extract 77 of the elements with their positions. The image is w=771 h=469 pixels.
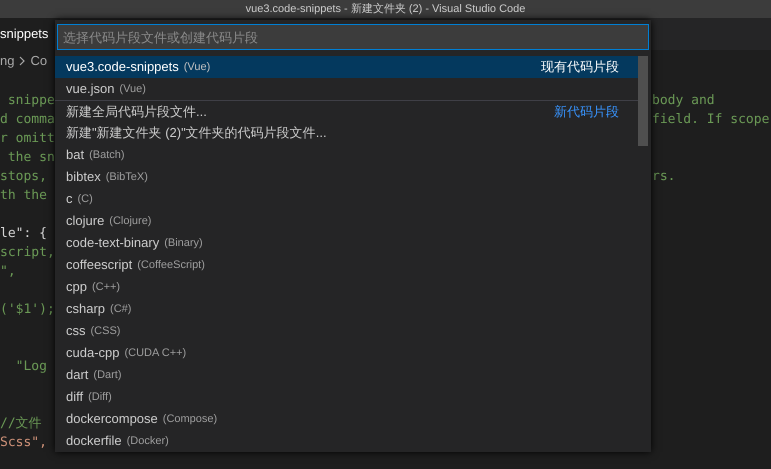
code-line: le": { — [0, 224, 48, 243]
code-line: Scss", — [0, 434, 48, 452]
item-description: (Docker) — [126, 434, 169, 449]
code-line: snippe — [6, 92, 55, 110]
item-label: bibtex — [66, 168, 101, 186]
item-label: csharp — [66, 300, 106, 318]
item-description: (C#) — [110, 302, 132, 317]
item-label: 新建"新建文件夹 (2)"文件夹的代码片段文件... — [66, 124, 327, 142]
code-line: d comma — [0, 110, 55, 129]
code-line: script, — [0, 244, 55, 262]
item-label: c — [66, 190, 72, 208]
item-description: (Clojure) — [109, 214, 152, 229]
group-label: 现有代码片段 — [541, 58, 619, 76]
snippet-list-item[interactable]: 新建全局代码片段文件... 新代码片段 — [55, 100, 639, 122]
snippet-list-item[interactable]: clojure (Clojure) — [55, 210, 639, 232]
item-description: (Dart) — [93, 368, 122, 383]
group-label: 新代码片段 — [554, 102, 619, 121]
snippet-list-item[interactable]: vue3.code-snippets (Vue) 现有代码片段 — [55, 56, 639, 78]
snippet-list-item[interactable]: diff (Diff) — [55, 386, 639, 408]
item-label: vue3.code-snippets — [66, 58, 179, 76]
item-description: (Vue) — [119, 82, 146, 97]
item-label: coffeescript — [66, 256, 132, 274]
snippet-list-item[interactable]: code-text-binary (Binary) — [55, 232, 639, 254]
code-line: stops, — [0, 168, 48, 186]
item-description: (Compose) — [162, 412, 218, 427]
item-label: dockercompose — [66, 410, 158, 428]
item-label: dockerfile — [66, 432, 122, 450]
item-description: (CSS) — [90, 324, 120, 339]
snippet-list-item[interactable]: 新建"新建文件夹 (2)"文件夹的代码片段文件... — [55, 122, 639, 144]
snippet-list-item[interactable]: csharp (C#) — [55, 298, 639, 320]
window-title: vue3.code-snippets - 新建文件夹 (2) - Visual Studio Code — [246, 4, 526, 14]
item-label: css — [66, 322, 86, 340]
item-description: (Vue) — [184, 60, 210, 75]
item-label: dart — [66, 366, 88, 384]
code-line: ('$1'); — [0, 300, 55, 319]
snippet-list-item[interactable]: coffeescript (CoffeeScript) — [55, 254, 639, 276]
item-label: cpp — [66, 278, 87, 296]
item-description: (Binary) — [164, 236, 203, 251]
code-line: r omitt — [0, 130, 55, 148]
code-line: ", — [0, 262, 17, 281]
code-line: th the — [0, 186, 48, 205]
code-line: body and — [652, 92, 715, 110]
item-label: vue.json — [66, 80, 114, 98]
editor-tab[interactable]: snippets — [0, 18, 60, 50]
code-line: field. If scope — [652, 110, 770, 129]
code-line: rs. — [652, 168, 676, 186]
snippet-list-item[interactable]: cuda-cpp (CUDA C++) — [55, 342, 639, 364]
code-line: the sn — [6, 148, 55, 167]
item-description: (C++) — [92, 280, 120, 295]
item-description: (Diff) — [88, 390, 112, 405]
item-label: 新建全局代码片段文件... — [66, 102, 207, 121]
item-description: (C) — [78, 192, 93, 207]
item-description: (CUDA C++) — [124, 346, 186, 361]
breadcrumb-item[interactable]: ng — [0, 51, 14, 71]
snippet-list-item[interactable]: bat (Batch) — [55, 144, 639, 166]
snippet-list-item[interactable]: dockercompose (Compose) — [55, 408, 639, 430]
snippet-list-item[interactable]: dockerfile (Docker) — [55, 430, 639, 452]
scrollbar-thumb[interactable] — [638, 56, 648, 146]
item-label: clojure — [66, 212, 104, 230]
code-line: //文件 — [0, 414, 43, 433]
snippet-list-item[interactable]: dart (Dart) — [55, 364, 639, 386]
item-label: diff — [66, 388, 84, 406]
snippet-list-item[interactable]: bibtex (BibTeX) — [55, 166, 639, 188]
item-description: (BibTeX) — [106, 170, 148, 185]
search-field[interactable]: 选择代码片段文件或创建代码片段 — [57, 24, 649, 50]
item-label: code-text-binary — [66, 234, 160, 252]
breadcrumb-item[interactable]: Co — [30, 51, 48, 71]
snippet-list-item[interactable]: css (CSS) — [55, 320, 639, 342]
item-description: (Batch) — [89, 148, 125, 163]
snippet-list-item[interactable]: vue.json (Vue) — [55, 78, 639, 100]
item-label: bat — [66, 146, 84, 164]
snippet-list-item[interactable]: cpp (C++) — [55, 276, 639, 298]
chevron-right-icon — [18, 56, 26, 66]
code-line: "Log — [14, 358, 48, 376]
snippet-list-item[interactable]: c (C) — [55, 188, 639, 210]
item-label: cuda-cpp — [66, 344, 120, 362]
item-description: (CoffeeScript) — [137, 258, 205, 273]
